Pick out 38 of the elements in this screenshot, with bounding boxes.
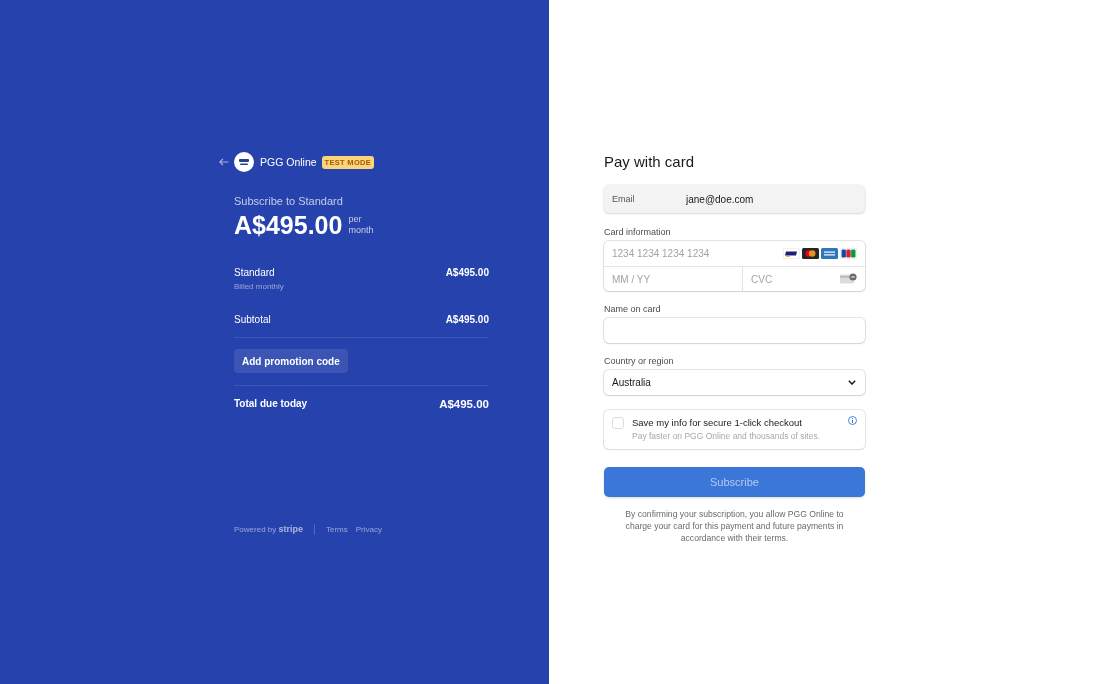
total-label: Total due today (234, 397, 308, 411)
save-info-label: Save my info for secure 1-click checkout (632, 416, 803, 429)
card-brand-icon (821, 248, 838, 259)
merchant-name: PGG Online (260, 156, 317, 168)
field-label: Card information (604, 226, 672, 238)
line-item-name: Standard (234, 266, 276, 279)
billing-period: per month (348, 214, 375, 236)
terms-text: By confirming your subscription, you allow PGG Online to charge your card for this payment and future payments in accordance with their terms. (624, 508, 845, 544)
cvc-field[interactable]: CVC (743, 267, 865, 291)
field-label: Name on card (604, 303, 662, 315)
subtotal-amount: A$495.00 (445, 313, 489, 326)
powered-by-text: Powered by stripe (234, 524, 303, 535)
form-title: Pay with card (604, 152, 696, 172)
subscription-title: Subscribe to Standard (234, 194, 344, 208)
checkbox[interactable] (612, 417, 624, 429)
price: A$495.00 (234, 211, 343, 239)
card-number-field[interactable]: 1234 1234 1234 1234 (604, 241, 865, 266)
email-label: Email (612, 194, 635, 205)
footer-link[interactable]: Terms (326, 524, 348, 535)
add-promotion-code-button[interactable]: Add promotion code (234, 349, 348, 373)
expiry-field[interactable]: MM / YY (604, 267, 742, 291)
save-info-description: Pay faster on PGG Online and thousands of sites. (632, 431, 822, 442)
name-on-card-field[interactable] (604, 318, 865, 343)
field-label: Country or region (604, 355, 675, 367)
country-select[interactable]: Australia (604, 370, 865, 395)
card-brand-icon (840, 248, 857, 259)
line-item-amount: A$495.00 (445, 266, 489, 279)
total-amount: A$495.00 (439, 397, 489, 411)
footer-link[interactable]: Privacy (355, 524, 382, 535)
card-brand-icon (783, 248, 800, 259)
cvc-card-icon (840, 273, 857, 284)
subtotal-label: Subtotal (234, 313, 271, 326)
card-brand-icon (802, 248, 819, 259)
line-item-description: Billed monthly (234, 281, 284, 292)
back-arrow-icon[interactable] (219, 158, 229, 166)
info-icon (848, 416, 857, 425)
chevron-down-icon (848, 380, 856, 385)
logo-icon (234, 152, 254, 172)
